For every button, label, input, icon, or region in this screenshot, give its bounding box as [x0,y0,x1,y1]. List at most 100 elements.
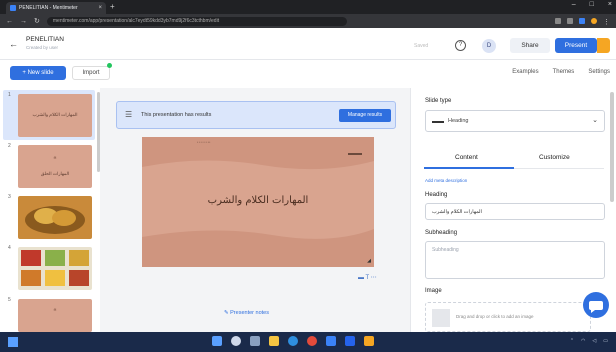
extension-icon[interactable] [591,18,597,24]
share-button[interactable]: Share [510,38,550,53]
edge-icon[interactable] [288,336,298,346]
windows-icon[interactable] [212,336,222,346]
thumbnail-number: 2 [8,143,11,149]
slide-decoration [348,153,362,155]
system-tray: ⌃ ◠ ◁ ▭ [570,338,608,344]
forward-icon[interactable]: → [20,18,27,25]
url-field[interactable]: mentimeter.com/app/presentation/alc7eydt… [46,16,347,26]
new-slide-button[interactable]: + New slide [10,66,66,80]
thumbnail-number: 5 [8,297,11,303]
word-icon[interactable] [345,336,355,346]
new-tab-icon[interactable]: + [110,2,115,11]
image-placeholder-icon [432,309,450,327]
avatar[interactable]: D [482,39,496,53]
presentation-title[interactable]: PENELITIAN [26,36,64,43]
tab-content[interactable]: Content [455,154,478,161]
slide-tools[interactable]: ▬ T ⋯ [358,274,377,281]
address-bar-row: ← → ↻ mentimeter.com/app/presentation/al… [0,14,616,28]
heading-type-icon [432,121,444,123]
image-dropzone[interactable]: Drag and drop or click to add an image [425,302,591,332]
thumbnail-number: 4 [8,245,11,251]
close-tab-icon[interactable]: × [98,5,102,11]
search-icon[interactable] [231,336,241,346]
slide-thumbnail[interactable] [18,196,92,239]
list-icon: ☰ [125,110,133,119]
browser-tab[interactable]: PENELITIAN - Mentimeter × [6,2,106,14]
back-arrow-icon[interactable]: ← [9,39,18,49]
panel-scrollbar[interactable] [610,92,614,202]
extension-icon[interactable] [579,18,585,24]
food-image [25,206,85,234]
subheading-label: Subheading [425,230,458,236]
import-badge [107,63,112,68]
help-icon[interactable]: ? [455,40,466,51]
chat-icon [589,301,603,313]
presentation-subtitle: Created by user [26,45,59,50]
back-icon[interactable]: ← [6,18,13,25]
slide-type-value: Heading [448,118,469,124]
presenter-notes-link[interactable]: ✎ Presenter notes [224,310,269,316]
chevron-up-icon[interactable]: ⌃ [570,338,574,344]
slide-type-label: Slide type [425,98,452,104]
slide-heading: المهارات الكلام والشرب [207,195,309,206]
heading-value: المهارات الكلام والشرب [432,209,482,215]
favicon-icon [10,5,16,11]
app-icon[interactable] [364,336,374,346]
maximize-icon[interactable]: □ [590,1,594,8]
image-label: Image [425,288,442,294]
extensions: ⋮ [555,18,610,26]
clock[interactable]: ▭ [603,338,608,344]
food-grid-image [21,250,89,286]
reload-icon[interactable]: ↻ [34,17,40,25]
task-view-icon[interactable] [250,336,260,346]
minimize-icon[interactable]: – [572,1,576,8]
manage-results-button[interactable]: Manage results [339,109,391,122]
file-explorer-icon[interactable] [269,336,279,346]
present-dropdown-button[interactable] [597,38,610,53]
toolbar-right: Examples Themes Settings [512,69,610,75]
quote-icon: “ [53,307,57,317]
close-window-icon[interactable]: × [608,1,612,8]
browser-tab-bar: PENELITIAN - Mentimeter × + – □ × [0,0,616,14]
settings-button[interactable]: Settings [588,69,610,75]
chevron-down-icon: ⌄ [592,117,598,124]
os-taskbar: ⌃ ◠ ◁ ▭ [0,332,616,352]
subheading-placeholder: Subheading [432,247,459,253]
examples-button[interactable]: Examples [512,69,538,75]
presenter-notes-label: Presenter notes [230,310,269,316]
saved-status: Saved [414,43,429,49]
extension-icon[interactable] [567,18,573,24]
taskbar-apps [212,336,374,346]
window-controls: – □ × [572,1,612,8]
slide-thumbnail[interactable]: “ [18,299,92,332]
chat-button[interactable] [583,292,609,318]
extension-icon[interactable] [555,18,561,24]
tab-active-indicator [424,167,514,169]
menu-icon[interactable]: ⋮ [603,18,610,26]
tab-title: PENELITIAN - Mentimeter [19,5,78,11]
tab-customize[interactable]: Customize [539,154,570,161]
results-banner-text: This presentation has results [141,112,212,118]
present-button[interactable]: Present [555,38,597,53]
slide-thumbnail[interactable]: المهارات الكلام والشرب [18,94,92,137]
thumbnail-number: 1 [8,92,11,98]
slide-thumbnail[interactable]: “ المهارات الحلق [18,145,92,188]
slide-thumbnail[interactable] [18,247,92,290]
slide-preview[interactable]: ‏• ‏• ‏• ‏• ‏• ‏• ‏• ‏• المهارات الكلام … [142,137,374,267]
windows-start-icon[interactable] [8,337,18,347]
heading-label: Heading [425,192,448,198]
add-description-link[interactable]: Add meta description [425,178,467,183]
subheading-field[interactable]: Subheading [425,241,605,279]
slide-type-select[interactable]: Heading ⌄ [425,110,605,132]
thumbnail-label: المهارات الكلام والشرب [32,112,78,117]
chrome-icon[interactable] [307,336,317,346]
heading-field[interactable]: المهارات الكلام والشرب [425,203,605,220]
store-icon[interactable] [326,336,336,346]
wifi-icon[interactable]: ◠ [581,338,585,344]
themes-button[interactable]: Themes [553,69,575,75]
slide-corner-icon: ◢ [367,258,371,264]
volume-icon[interactable]: ◁ [592,338,596,344]
import-button[interactable]: Import [72,66,110,80]
results-banner: ☰ This presentation has results Manage r… [116,101,396,129]
slide-top-text: ‏• ‏• ‏• ‏• ‏• ‏• ‏• ‏• [196,140,211,144]
